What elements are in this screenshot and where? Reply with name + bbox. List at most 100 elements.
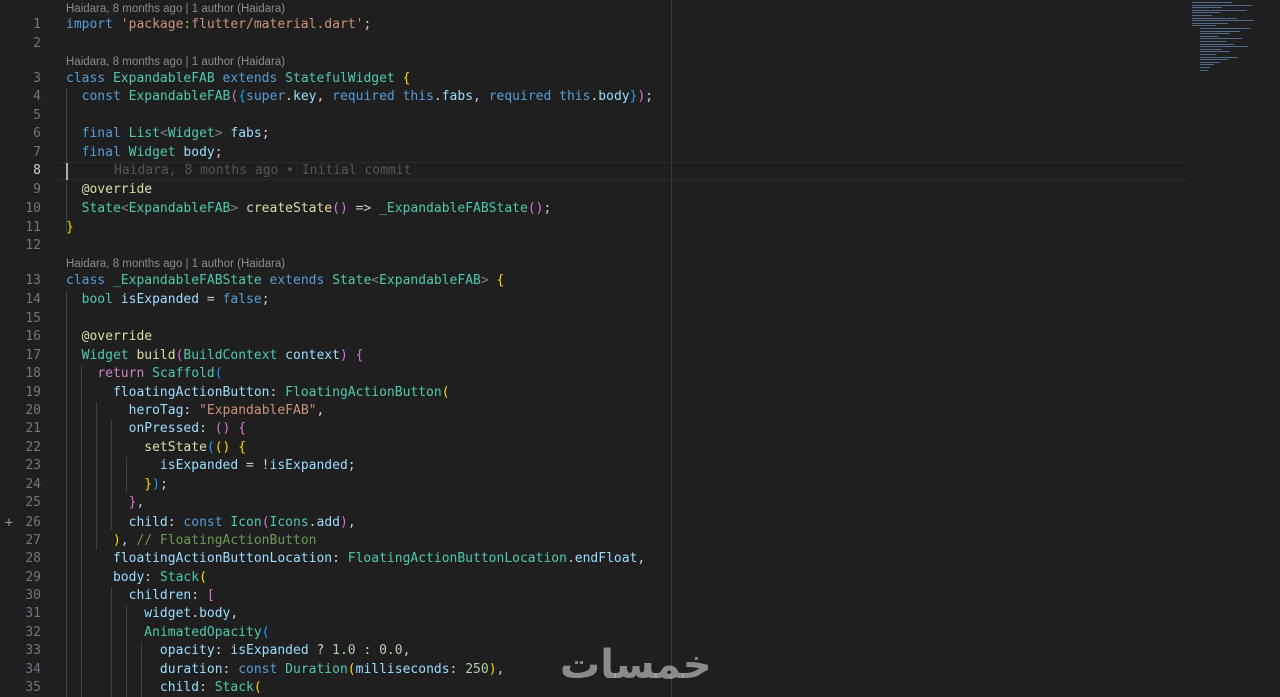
code-line[interactable]: Widget build(BuildContext context) { — [66, 347, 364, 365]
line-number[interactable]: 26 — [0, 514, 41, 532]
code-line[interactable]: const ExpandableFAB({super.key, required… — [66, 88, 653, 106]
code-token: ( — [206, 440, 215, 455]
line-number[interactable]: 4 — [0, 88, 41, 106]
code-line[interactable]: final Widget body; — [66, 144, 223, 162]
minimap[interactable] — [1190, 0, 1280, 80]
line-number[interactable]: 8 — [0, 162, 41, 180]
code-line[interactable]: return Scaffold( — [66, 365, 222, 383]
code-token: { — [355, 348, 364, 363]
code-line[interactable]: }); — [66, 476, 167, 494]
line-number[interactable]: 32 — [0, 624, 41, 642]
line-number[interactable]: 34 — [0, 661, 41, 679]
line-number[interactable]: 23 — [0, 457, 41, 475]
code-token: () — [527, 201, 544, 216]
code-line[interactable]: class ExpandableFAB extends StatefulWidg… — [66, 70, 410, 88]
line-number[interactable]: 21 — [0, 420, 41, 438]
code-line[interactable]: heroTag: "ExpandableFAB", — [66, 402, 325, 420]
line-number[interactable]: 2 — [0, 35, 41, 53]
line-number[interactable]: 3 — [0, 70, 41, 88]
codelens-blame[interactable]: Haidara, 8 months ago | 1 author (Haidar… — [66, 257, 285, 271]
code-token: const — [238, 662, 278, 677]
code-token: . — [191, 606, 200, 621]
line-number[interactable]: 18 — [0, 365, 41, 383]
code-line[interactable]: setState(() { — [66, 439, 246, 457]
line-number[interactable]: 9 — [0, 181, 41, 199]
line-number[interactable]: 29 — [0, 569, 41, 587]
line-number[interactable]: 1 — [0, 16, 41, 34]
code-line[interactable]: onPressed: () { — [66, 420, 246, 438]
minimap-line — [1200, 48, 1222, 50]
codelens-blame[interactable]: Haidara, 8 months ago | 1 author (Haidar… — [66, 2, 285, 16]
code-line[interactable]: import 'package:flutter/material.dart'; — [66, 16, 371, 34]
line-number[interactable]: 35 — [0, 679, 41, 697]
code-line[interactable]: isExpanded = !isExpanded; — [66, 457, 356, 475]
code-line[interactable]: bool isExpanded = false; — [66, 291, 270, 309]
line-number[interactable]: 22 — [0, 439, 41, 457]
code-line[interactable]: duration: const Duration(milliseconds: 2… — [66, 661, 504, 679]
code-line[interactable]: children: [ — [66, 587, 215, 605]
code-line[interactable]: final List<Widget> fabs; — [66, 125, 270, 143]
code-line[interactable]: } — [66, 219, 74, 237]
line-number[interactable]: 30 — [0, 587, 41, 605]
line-number[interactable]: 25 — [0, 494, 41, 512]
line-number[interactable]: 27 — [0, 532, 41, 550]
code-line[interactable]: body: Stack( — [66, 569, 207, 587]
code-token: . — [285, 89, 293, 104]
minimap-line — [1192, 7, 1222, 9]
code-line[interactable]: floatingActionButtonLocation: FloatingAc… — [66, 550, 645, 568]
line-number[interactable]: 13 — [0, 272, 41, 290]
code-token: floatingActionButtonLocation — [112, 551, 333, 566]
code-line[interactable]: floatingActionButton: FloatingActionButt… — [66, 384, 450, 402]
code-line[interactable]: opacity: isExpanded ? 1.0 : 0.0, — [66, 642, 411, 660]
line-number[interactable]: 16 — [0, 328, 41, 346]
code-line[interactable]: widget.body, — [66, 605, 238, 623]
line-number[interactable]: 33 — [0, 642, 41, 660]
code-token: , — [120, 533, 137, 548]
column-ruler — [671, 0, 672, 697]
line-number[interactable]: 28 — [0, 550, 41, 568]
code-line[interactable]: }, — [66, 494, 145, 512]
line-number[interactable]: 11 — [0, 219, 41, 237]
code-line[interactable]: State<ExpandableFAB> createState() => _E… — [66, 200, 552, 218]
line-number[interactable]: 24 — [0, 476, 41, 494]
line-number[interactable]: 7 — [0, 144, 41, 162]
line-number[interactable]: 19 — [0, 384, 41, 402]
codelens-blame[interactable]: Haidara, 8 months ago | 1 author (Haidar… — [66, 55, 285, 69]
minimap-line — [1200, 46, 1248, 48]
code-line[interactable]: @override — [66, 328, 152, 346]
minimap-line — [1200, 67, 1210, 68]
code-line[interactable]: AnimatedOpacity( — [66, 624, 269, 642]
code-token: import — [66, 17, 113, 32]
line-number[interactable]: 10 — [0, 200, 41, 218]
line-number[interactable]: 12 — [0, 237, 41, 255]
code-token: ExpandableFAB — [128, 89, 231, 104]
code-token: setState — [144, 440, 207, 455]
code-line[interactable]: ), // FloatingActionButton — [66, 532, 317, 550]
code-line[interactable]: child: Stack( — [66, 679, 262, 697]
line-number[interactable]: 6 — [0, 125, 41, 143]
minimap-line — [1200, 35, 1218, 37]
line-number[interactable]: 31 — [0, 605, 41, 623]
code-token: isExpanded — [269, 458, 348, 473]
code-editor[interactable]: + 1 2 3 4 5 6 7 8 9 10 11 12 13 14 15 16 17 18 19 20 21 22 23 2… — [0, 0, 1280, 697]
line-number[interactable]: 15 — [0, 310, 41, 328]
code-token: () — [332, 201, 348, 216]
code-token: , — [230, 606, 239, 621]
line-number[interactable]: 17 — [0, 347, 41, 365]
code-line[interactable]: child: const Icon(Icons.add), — [66, 514, 356, 532]
code-line[interactable]: @override — [66, 181, 152, 199]
code-token: ExpandableFAB — [128, 201, 231, 216]
line-number[interactable]: 14 — [0, 291, 41, 309]
line-number[interactable]: 20 — [0, 402, 41, 420]
code-token: ) — [339, 348, 348, 363]
code-token: : — [191, 588, 207, 603]
code-token: 250 — [465, 662, 489, 677]
code-token: children — [128, 588, 192, 603]
code-line[interactable]: class _ExpandableFABState extends State<… — [66, 272, 504, 290]
code-token: : — [222, 662, 239, 677]
line-number[interactable]: 5 — [0, 107, 41, 125]
